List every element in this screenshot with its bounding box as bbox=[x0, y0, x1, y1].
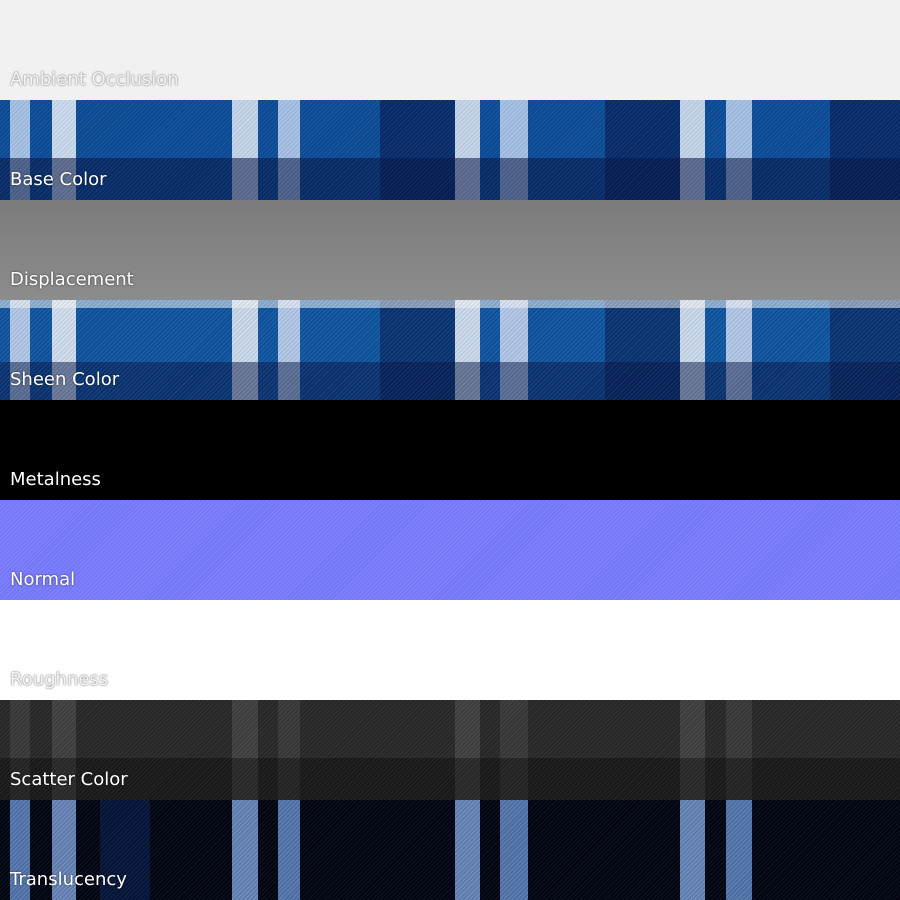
base-color-label: Base Color bbox=[10, 169, 107, 190]
metalness-label: Metalness bbox=[10, 469, 101, 490]
translucency-swatch: Translucency bbox=[0, 800, 900, 900]
base-color-swatch: Base Color bbox=[0, 100, 900, 200]
roughness-swatch: Roughness bbox=[0, 600, 900, 700]
scatter-color-label: Scatter Color bbox=[10, 769, 128, 790]
roughness-label: Roughness bbox=[10, 669, 109, 690]
sheen-color-swatch: Sheen Color bbox=[0, 300, 900, 400]
metalness-swatch: Metalness bbox=[0, 400, 900, 500]
normal-label: Normal bbox=[10, 569, 76, 590]
ambient-occlusion-swatch: Ambient Occlusion bbox=[0, 0, 900, 100]
displacement-swatch: Displacement bbox=[0, 200, 900, 300]
scatter-color-swatch: Scatter Color bbox=[0, 700, 900, 800]
texture-map-list: Ambient Occlusion Base Color Displacemen… bbox=[0, 0, 900, 900]
ambient-occlusion-label: Ambient Occlusion bbox=[10, 69, 179, 90]
normal-swatch: Normal bbox=[0, 500, 900, 600]
translucency-label: Translucency bbox=[10, 869, 127, 890]
displacement-label: Displacement bbox=[10, 269, 134, 290]
sheen-color-label: Sheen Color bbox=[10, 369, 120, 390]
